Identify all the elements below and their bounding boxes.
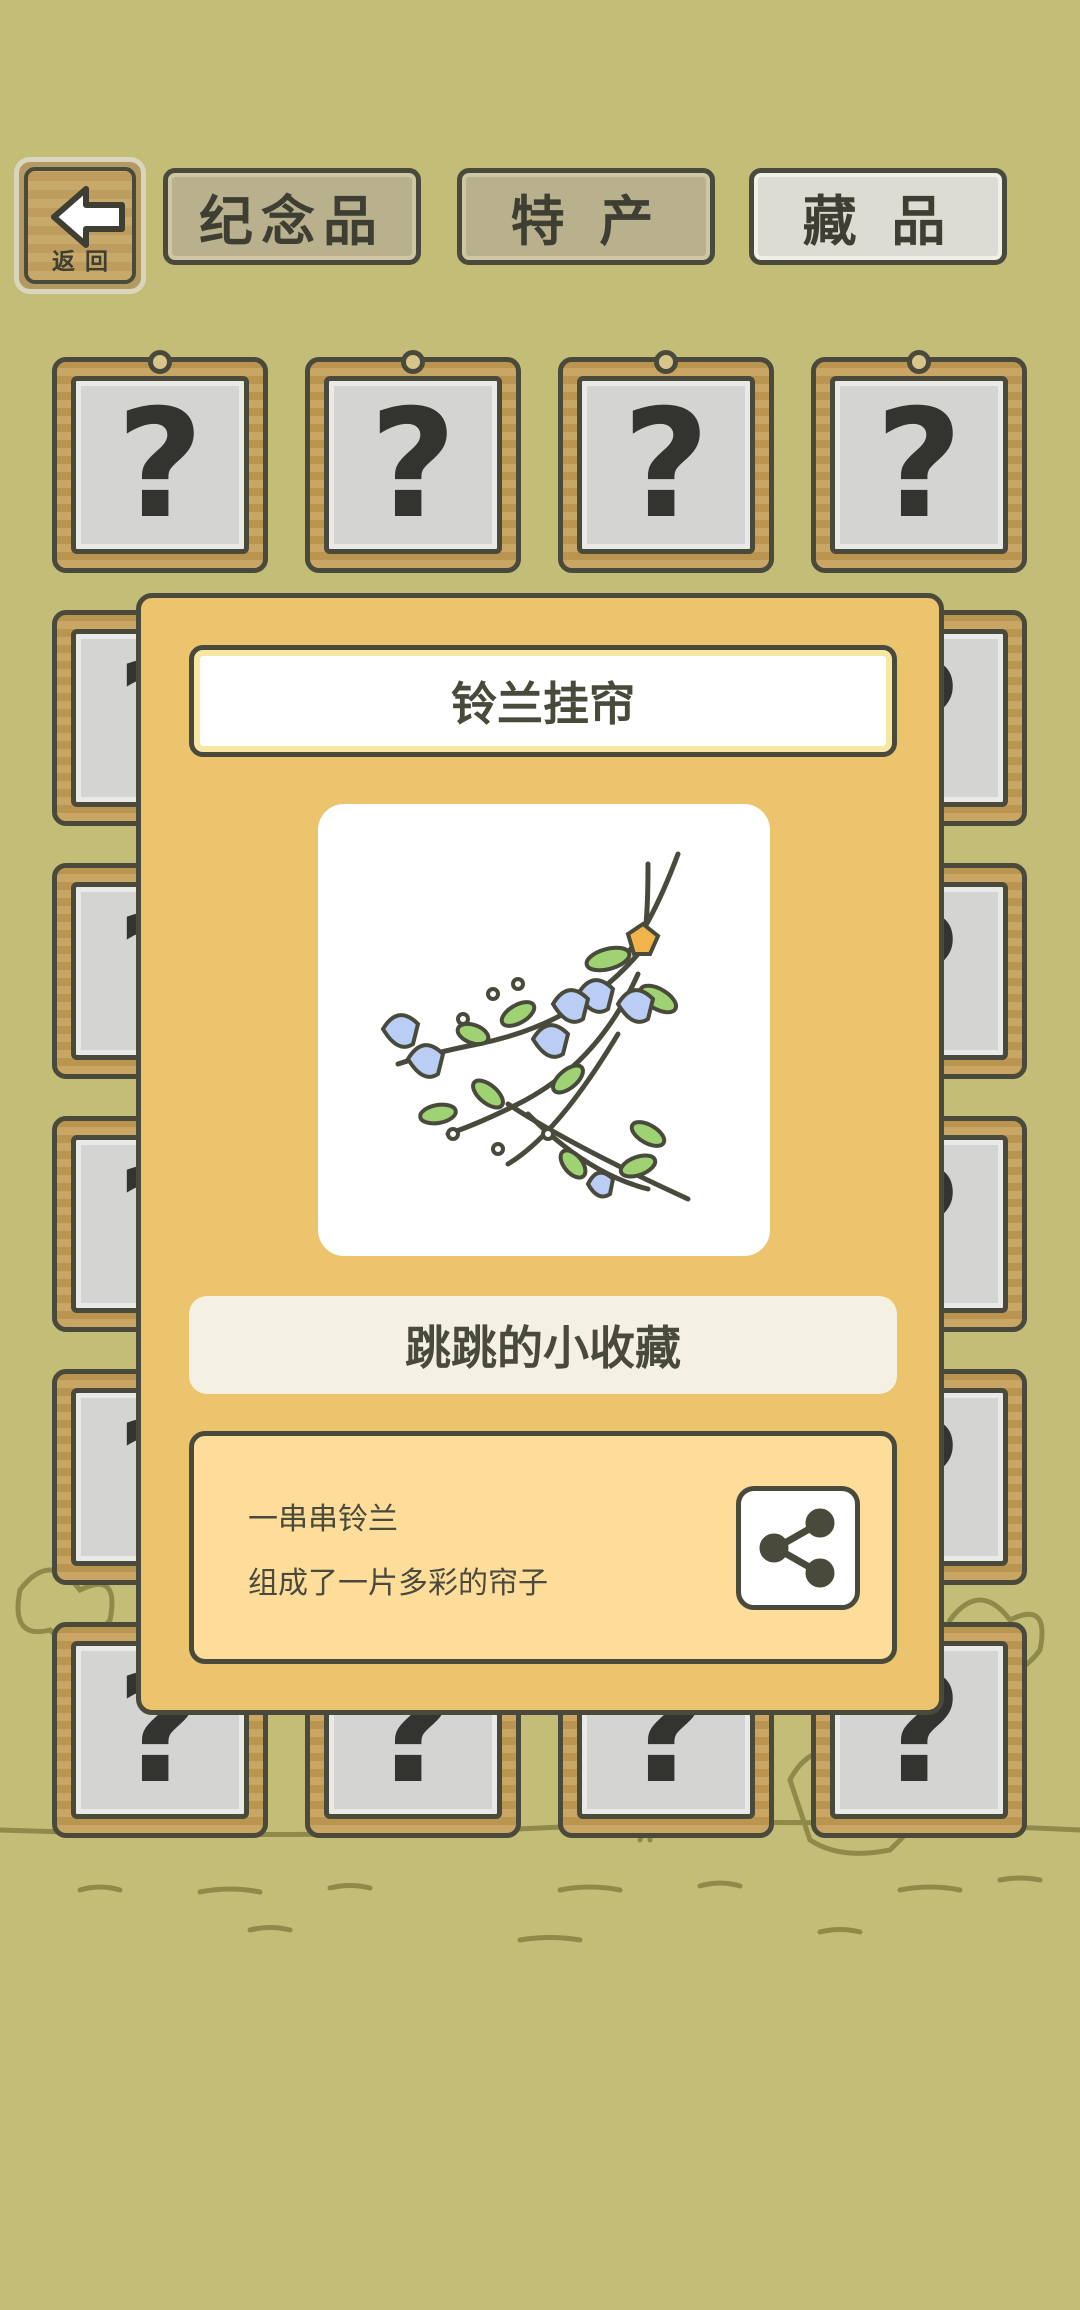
collection-card[interactable]: ? xyxy=(811,350,1027,573)
unknown-item-placeholder: ? xyxy=(830,376,1008,554)
tab-collections[interactable]: 藏 品 xyxy=(749,168,1007,265)
description-line-2: 组成了一片多彩的帘子 xyxy=(248,1566,548,1601)
unknown-item-placeholder: ? xyxy=(71,376,249,554)
collection-card[interactable]: ? xyxy=(558,350,774,573)
item-category: 跳跳的小收藏 xyxy=(189,1296,897,1394)
hanging-hook-icon xyxy=(654,350,678,374)
description-line-1: 一串串铃兰 xyxy=(248,1502,398,1537)
collection-card[interactable]: ? xyxy=(52,350,268,573)
arrow-left-icon xyxy=(51,186,125,248)
item-detail-modal: 铃兰挂帘 跳跳的小收藏 一串串铃兰 组成了一片多彩的帘子 xyxy=(136,593,944,1715)
lily-of-the-valley-curtain-icon xyxy=(380,851,691,1202)
unknown-item-placeholder: ? xyxy=(324,376,502,554)
tab-specialties[interactable]: 特 产 xyxy=(457,168,715,265)
back-button[interactable]: 返回 xyxy=(14,157,146,294)
item-description-box: 一串串铃兰 组成了一片多彩的帘子 xyxy=(189,1431,897,1664)
back-button-face: 返回 xyxy=(24,167,136,284)
hanging-hook-icon xyxy=(907,350,931,374)
hanging-hook-icon xyxy=(401,350,425,374)
tab-souvenirs[interactable]: 纪念品 xyxy=(163,168,421,265)
share-button[interactable] xyxy=(736,1486,860,1610)
back-label: 返回 xyxy=(52,249,118,275)
hanging-hook-icon xyxy=(148,350,172,374)
item-title: 铃兰挂帘 xyxy=(189,645,897,757)
collection-card[interactable]: ? xyxy=(305,350,521,573)
item-image xyxy=(318,804,770,1256)
unknown-item-placeholder: ? xyxy=(577,376,755,554)
share-icon xyxy=(759,1508,835,1588)
